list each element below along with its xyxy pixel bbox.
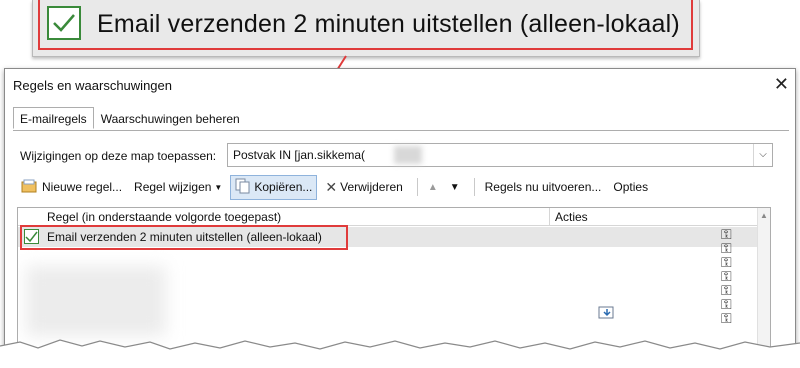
folder-value: Postvak IN [jan.sikkema( xyxy=(233,148,366,162)
move-down-icon[interactable]: ▼ xyxy=(446,180,464,195)
new-rule-label: Nieuwe regel... xyxy=(42,180,123,194)
column-header-actions[interactable]: Acties xyxy=(555,210,588,224)
move-up-icon[interactable]: ▲ xyxy=(424,180,442,195)
tab-divider xyxy=(13,130,789,131)
chevron-down-icon[interactable]: ⌵ xyxy=(753,144,772,166)
folder-label: Wijzigingen op deze map toepassen: xyxy=(20,149,217,163)
edit-rule-label: Regel wijzigen xyxy=(134,180,212,194)
scroll-up-arrow-icon[interactable]: ▲ xyxy=(760,211,768,220)
redacted-blur xyxy=(26,266,166,336)
toolbar-separator xyxy=(473,178,475,196)
redacted-blur xyxy=(394,146,422,164)
delete-label: Verwijderen xyxy=(340,180,403,194)
column-divider xyxy=(549,208,550,225)
options-button[interactable]: Opties xyxy=(609,178,652,196)
table-header: Regel (in onderstaande volgorde toegepas… xyxy=(18,208,770,226)
run-rules-button[interactable]: Regels nu uitvoeren... xyxy=(481,178,606,196)
title-bar: Regels en waarschuwingen ✕ xyxy=(5,69,795,101)
close-icon[interactable]: ✕ xyxy=(774,74,789,95)
torn-edge xyxy=(0,339,800,368)
copy-button[interactable]: Kopiëren... xyxy=(230,174,318,200)
tab-email-rules[interactable]: E-mailregels xyxy=(13,107,94,129)
dialog-title: Regels en waarschuwingen xyxy=(13,78,172,93)
new-rule-icon xyxy=(21,179,39,196)
dropdown-arrow-icon: ▼ xyxy=(214,182,223,192)
rules-toolbar: Nieuwe regel... Regel wijzigen ▼ Kopiëre… xyxy=(17,174,656,200)
delete-x-icon: ✕ xyxy=(325,178,338,195)
edit-rule-button[interactable]: Regel wijzigen ▼ xyxy=(130,178,226,196)
run-rules-label: Regels nu uitvoeren... xyxy=(484,180,602,194)
row-highlight-box xyxy=(20,225,348,250)
folder-select[interactable]: Postvak IN [jan.sikkema( ⌵ xyxy=(227,143,773,167)
actions-key-icons: ⚿ ⚿ ⚿ ⚿ ⚿ ⚿ ⚿ xyxy=(721,226,732,326)
copy-label: Kopiëren... xyxy=(254,180,313,194)
copy-icon xyxy=(235,178,251,197)
toolbar-separator xyxy=(416,178,418,196)
tab-manage-alerts[interactable]: Waarschuwingen beheren xyxy=(94,107,247,129)
options-label: Opties xyxy=(613,180,649,194)
tab-strip: E-mailregels Waarschuwingen beheren xyxy=(13,107,247,129)
rules-dialog: Regels en waarschuwingen ✕ E-mailregels … xyxy=(4,68,796,361)
delete-button[interactable]: ✕ Verwijderen xyxy=(321,177,406,198)
move-to-folder-icon xyxy=(598,304,616,325)
column-header-rule[interactable]: Regel (in onderstaande volgorde toegepas… xyxy=(47,210,281,224)
new-rule-button[interactable]: Nieuwe regel... xyxy=(17,177,126,198)
